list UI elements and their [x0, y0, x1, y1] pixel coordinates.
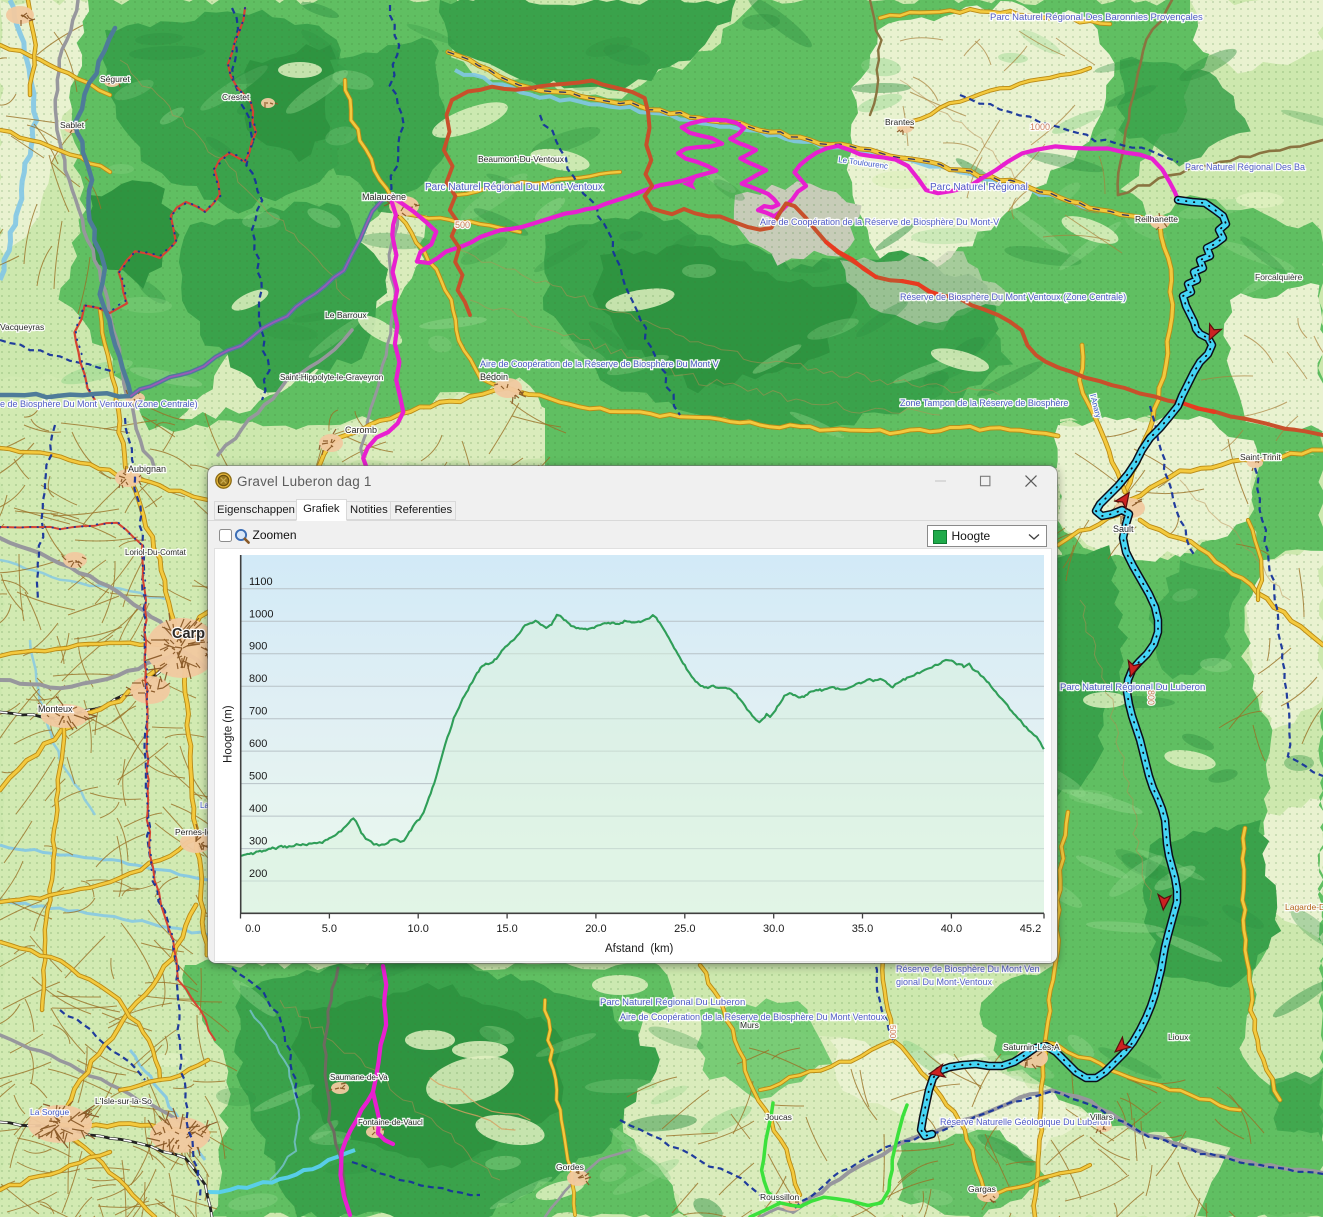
svg-text:500: 500	[888, 1025, 897, 1039]
svg-text:Gordes: Gordes	[556, 1162, 584, 1172]
svg-text:Parc Naturel Régional: Parc Naturel Régional	[930, 182, 1028, 193]
svg-text:Parc Naturel Régional Des Ba: Parc Naturel Régional Des Ba	[1185, 162, 1305, 172]
svg-text:Parc Naturel Régional Du Luber: Parc Naturel Régional Du Luberon	[600, 997, 745, 1008]
svg-text:Joucas: Joucas	[765, 1112, 792, 1122]
svg-text:Brantes: Brantes	[885, 117, 914, 127]
svg-text:Aubignan: Aubignan	[128, 464, 166, 474]
svg-text:10.0: 10.0	[407, 923, 428, 935]
svg-text:400: 400	[249, 803, 267, 815]
svg-text:5.0: 5.0	[322, 923, 337, 935]
svg-text:1000: 1000	[1030, 122, 1050, 132]
svg-text:800: 800	[1146, 690, 1156, 705]
svg-text:Aire de Coopération de la Rése: Aire de Coopération de la Réserve de Bio…	[760, 217, 999, 227]
svg-text:Le Barroux: Le Barroux	[325, 310, 367, 320]
svg-text:Loriol-Du-Comtat: Loriol-Du-Comtat	[125, 548, 187, 557]
svg-text:1000: 1000	[249, 608, 273, 620]
svg-text:35.0: 35.0	[852, 923, 873, 935]
svg-text:Réserve de Biosphère Du Mont V: Réserve de Biosphère Du Mont Ventoux (Zo…	[900, 292, 1126, 302]
svg-text:Parc Naturel Régional Du Mont-: Parc Naturel Régional Du Mont-Ventoux	[425, 182, 603, 193]
svg-text:La Sorgue: La Sorgue	[30, 1107, 69, 1117]
svg-text:800: 800	[249, 673, 267, 685]
svg-text:Carp: Carp	[172, 626, 205, 642]
svg-text:Lioux: Lioux	[1168, 1032, 1189, 1042]
svg-text:Hoogte (m): Hoogte (m)	[223, 705, 235, 763]
svg-text:45.2: 45.2	[1020, 923, 1041, 935]
svg-text:Zone Tampon de la Réserve de B: Zone Tampon de la Réserve de Biosphère	[900, 398, 1068, 408]
svg-text:Forcalquière: Forcalquière	[1255, 272, 1303, 282]
svg-text:Lagarde-D'Apt: Lagarde-D'Apt	[1285, 902, 1323, 912]
svg-text:L'Isle-sur-la-So: L'Isle-sur-la-So	[95, 1096, 152, 1106]
svg-text:Monteux: Monteux	[38, 704, 73, 714]
svg-text:Afstand (km): Afstand (km)	[605, 943, 674, 955]
svg-text:900: 900	[249, 640, 267, 652]
svg-text:Saturnin-Lès-A: Saturnin-Lès-A	[1003, 1042, 1060, 1052]
svg-text:Crestet: Crestet	[222, 92, 250, 102]
svg-text:600: 600	[249, 738, 267, 750]
svg-text:30.0: 30.0	[763, 923, 784, 935]
svg-text:0.0: 0.0	[245, 923, 260, 935]
svg-text:Parc Naturel Régional Du Luber: Parc Naturel Régional Du Luberon	[1060, 682, 1205, 693]
svg-text:Gargas: Gargas	[968, 1184, 996, 1194]
svg-text:Caromb: Caromb	[345, 425, 377, 435]
svg-text:20.0: 20.0	[585, 923, 606, 935]
svg-text:300: 300	[249, 835, 267, 847]
svg-text:Réserve de Biosphère Du Mont V: Réserve de Biosphère Du Mont Ven	[896, 964, 1040, 974]
svg-text:1100: 1100	[249, 575, 273, 587]
svg-text:Réserve Naturelle Géologique D: Réserve Naturelle Géologique Du Luberon	[940, 1117, 1110, 1127]
svg-text:Parc Naturel Régional Des Baro: Parc Naturel Régional Des Baronnies Prov…	[990, 12, 1203, 23]
svg-text:Saumane-de-Va: Saumane-de-Va	[330, 1073, 388, 1082]
svg-text:Séguret: Séguret	[100, 74, 130, 84]
svg-text:500: 500	[249, 770, 267, 782]
svg-text:Villars: Villars	[1090, 1112, 1113, 1122]
svg-text:40.0: 40.0	[941, 923, 962, 935]
svg-text:200: 200	[249, 868, 267, 880]
svg-text:Fontaine-de-Vaucl: Fontaine-de-Vaucl	[358, 1118, 423, 1127]
svg-text:Reilhanette: Reilhanette	[1135, 214, 1178, 224]
svg-text:Roussillon: Roussillon	[760, 1192, 799, 1202]
svg-text:Murs: Murs	[740, 1020, 759, 1030]
svg-text:Beaumont-Du-Ventoux: Beaumont-Du-Ventoux	[478, 154, 565, 164]
svg-text:Sablet: Sablet	[60, 120, 85, 130]
svg-text:gional Du Mont-Ventoux: gional Du Mont-Ventoux	[896, 977, 993, 987]
svg-text:Malaucène: Malaucène	[362, 192, 406, 202]
svg-text:Saint-Hippolyte-le-Graveyron: Saint-Hippolyte-le-Graveyron	[280, 373, 383, 382]
svg-text:e de Biosphère Du Mont Ventoux: e de Biosphère Du Mont Ventoux (Zone Cen…	[0, 399, 198, 409]
svg-text:Bédoin: Bédoin	[480, 372, 508, 382]
svg-text:Vacqueyras: Vacqueyras	[0, 322, 44, 332]
svg-text:500: 500	[455, 220, 470, 230]
svg-text:15.0: 15.0	[496, 923, 517, 935]
svg-text:Aire de Coopération de la Rése: Aire de Coopération de la Réserve de Bio…	[480, 359, 719, 369]
svg-text:Sault: Sault	[1113, 524, 1134, 534]
svg-text:25.0: 25.0	[674, 923, 695, 935]
svg-text:700: 700	[249, 705, 267, 717]
svg-text:Saint-Trinit: Saint-Trinit	[1240, 452, 1281, 462]
